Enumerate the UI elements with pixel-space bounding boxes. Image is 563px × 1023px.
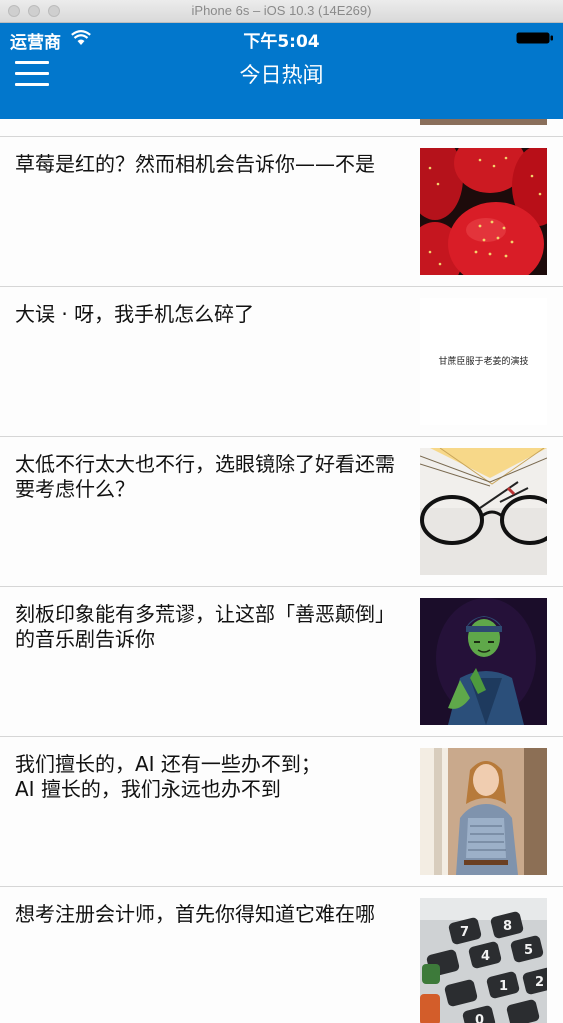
news-title: 刻板印象能有多荒谬，让这部「善恶颠倒」的音乐剧告诉你 xyxy=(15,602,395,651)
svg-text:5: 5 xyxy=(524,943,533,958)
woman-in-dress-image xyxy=(420,748,547,875)
news-item[interactable]: 我们擅长的，AI 还有一些办不到； AI 擅长的，我们永远也办不到 xyxy=(0,737,563,887)
news-item[interactable]: 想考注册会计师，首先你得知道它难在哪 7 8 4 5 1 2 0 xyxy=(0,887,563,1023)
svg-text:0: 0 xyxy=(475,1013,484,1023)
image-caption: 甘蔗臣服于老姜的演技 xyxy=(438,357,529,367)
news-title: 想考注册会计师，首先你得知道它难在哪 xyxy=(15,902,375,926)
glasses-on-book-image xyxy=(420,448,547,575)
news-feed[interactable]: 草莓是红的？然而相机会告诉你——不是 大误 · 呀，我手机怎么碎了 甘蔗臣服于老… xyxy=(0,119,563,1023)
svg-text:1: 1 xyxy=(499,979,508,994)
news-title: 太低不行太大也不行，选眼镜除了好看还需要考虑什么？ xyxy=(15,452,395,501)
battery-icon xyxy=(516,32,553,44)
calculator-keys-image: 7 8 4 5 1 2 0 xyxy=(420,898,547,1023)
svg-text:2: 2 xyxy=(535,975,544,990)
svg-text:7: 7 xyxy=(460,925,469,940)
svg-text:4: 4 xyxy=(481,949,490,964)
strawberries-image xyxy=(420,148,547,275)
page-title: 今日热闻 xyxy=(239,63,324,87)
news-title: 草莓是红的？然而相机会告诉你——不是 xyxy=(15,152,375,176)
news-item[interactable]: 草莓是红的？然而相机会告诉你——不是 xyxy=(0,137,563,287)
simulator-window: iPhone 6s – iOS 10.3 (14E269) 运营商 下午5:04… xyxy=(0,0,563,1023)
simulator-title-bar: iPhone 6s – iOS 10.3 (14E269) xyxy=(0,0,563,23)
news-title: 我们擅长的，AI 还有一些办不到； AI 擅长的，我们永远也办不到 xyxy=(15,752,321,801)
simulator-title: iPhone 6s – iOS 10.3 (14E269) xyxy=(191,3,372,18)
news-title: 大误 · 呀，我手机怎么碎了 xyxy=(15,302,255,326)
news-item[interactable]: 大误 · 呀，我手机怎么碎了 甘蔗臣服于老姜的演技 xyxy=(0,287,563,437)
app-header: 运营商 下午5:04 今日热闻 xyxy=(0,23,563,119)
green-witch-stage-image xyxy=(420,598,547,725)
news-item-partial[interactable] xyxy=(0,119,563,137)
news-item[interactable]: 太低不行太大也不行，选眼镜除了好看还需要考虑什么？ xyxy=(0,437,563,587)
news-thumbnail xyxy=(420,119,547,125)
text-card-image: 甘蔗臣服于老姜的演技 xyxy=(420,298,547,425)
svg-text:8: 8 xyxy=(503,919,512,934)
news-item[interactable]: 刻板印象能有多荒谬，让这部「善恶颠倒」的音乐剧告诉你 xyxy=(0,587,563,737)
status-time: 下午5:04 xyxy=(243,32,320,52)
